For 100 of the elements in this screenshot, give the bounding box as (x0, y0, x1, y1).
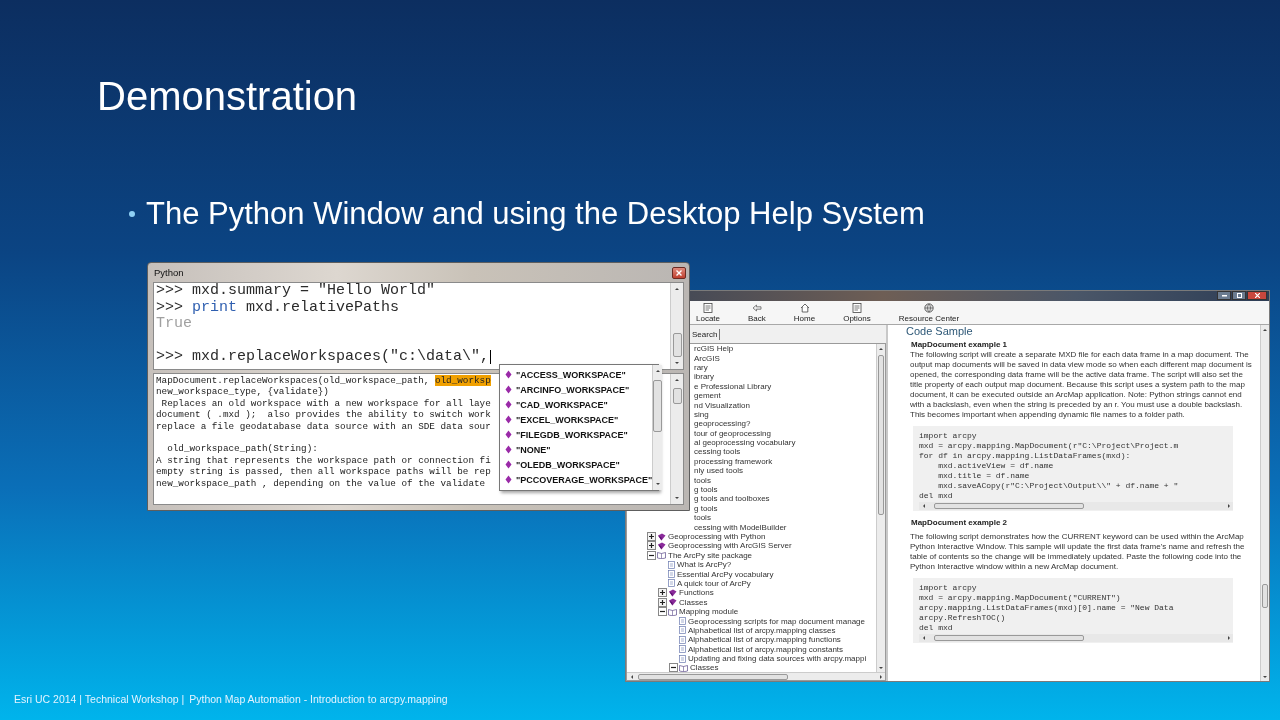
minimize-icon (1221, 294, 1227, 297)
tree-item-label[interactable]: tools (694, 513, 711, 523)
doc-line: old_workspace_path(String): (166, 443, 318, 455)
tree-item-label[interactable]: g tools (694, 485, 718, 495)
tree-item-label[interactable]: e Professional Library (694, 381, 772, 391)
tree-item-label[interactable]: g tools (694, 503, 718, 513)
scrollbar[interactable] (627, 672, 885, 680)
tree-item-label[interactable]: cessing with ModelBuilder (694, 522, 787, 532)
tree-item-label[interactable]: Alphabetical list of arcpy.mapping functions (688, 635, 841, 645)
doc-line: Replaces an old workspace with a new workspace for all laye (160, 397, 491, 410)
tree-item-label[interactable]: tour of geoprocessing (694, 428, 771, 438)
open-book-icon (679, 663, 688, 672)
example-description: The following script will create a separate MXD file for each data frame in a map document. The output map documents will be saved in data view mode so when each different map document is opened, the corresponding data frame will be the active data frame. The script will also set the title property of each output map document. Because this script uses a system path to the map document, it can be executed outside an ArcMap application. Note: Python strings cannot end with a backslash, even when the string is preceded by an r. You must use a double backslash. This becomes important when appending dynamic file names to a folder path. (910, 350, 1252, 420)
tree-item-label[interactable]: A quick tour of ArcPy (677, 578, 751, 588)
close-button[interactable] (672, 266, 686, 279)
doc-line: new_workspace_type, {validate}) (156, 386, 329, 398)
close-icon (676, 269, 682, 276)
tree-item-label[interactable]: What is ArcPy? (677, 560, 732, 570)
console-line: >>> mxd.summary = "Hello World" (156, 283, 436, 300)
tree-item-label[interactable]: Classes (679, 597, 708, 607)
tree-item-label[interactable]: sing (694, 409, 709, 419)
maximize-button[interactable] (1232, 291, 1246, 300)
code-line: arcpy.RefreshTOC() (919, 613, 1006, 623)
scrollbar[interactable] (652, 365, 663, 490)
expand-toggle[interactable] (669, 663, 678, 672)
autocomplete-item[interactable]: "NONE" (505, 442, 653, 457)
tree-item-label[interactable]: Geoprocessing scripts for map document manage (688, 616, 865, 626)
code-line: mxd.title = df.name (937, 471, 1030, 481)
autocomplete-item[interactable]: "ACCESS_WORKSPACE" (505, 367, 653, 382)
tree-item-label[interactable]: al geoprocessing vocabulary (694, 438, 796, 448)
scrollbar[interactable] (876, 344, 885, 672)
doc-line: empty string is passed, then all workspace paths will be rep (156, 466, 491, 478)
globe-icon (924, 302, 934, 313)
tree-item-label[interactable]: ArcGIS (694, 353, 720, 363)
tree-item-label[interactable]: Updating and fixing data sources with arcpy.mappi (688, 654, 867, 664)
console-line: True (156, 316, 192, 333)
tree-item-label[interactable]: Geoprocessing with ArcGIS Server (668, 541, 792, 551)
tree-item-label[interactable]: Functions (679, 588, 714, 598)
autocomplete-item[interactable]: "OLEDB_WORKSPACE" (505, 457, 653, 472)
expand-toggle[interactable] (658, 607, 667, 617)
code-line: del mxd (919, 623, 953, 633)
maximize-icon (1236, 293, 1242, 298)
expand-toggle[interactable] (658, 588, 667, 598)
code-line: import arcpy (919, 431, 977, 441)
scrollbar[interactable] (1260, 325, 1269, 681)
toolbar-button[interactable]: Options (841, 301, 873, 324)
footer-text: Esri UC 2014 | Technical Workshop | (14, 693, 185, 706)
tree-item-label[interactable]: gement (694, 391, 721, 401)
tree-item-label[interactable]: Alphabetical list of arcpy.mapping constants (688, 644, 844, 654)
tree-item-label[interactable]: cessing tools (694, 447, 741, 457)
doc-line: document ( .mxd ); also provides the ability to switch work (156, 409, 491, 421)
tree-item-label[interactable]: rcGIS Help (694, 344, 734, 354)
tree-item-label[interactable]: Alphabetical list of arcpy.mapping classes (688, 625, 836, 635)
expand-toggle[interactable] (647, 532, 656, 541)
expand-toggle[interactable] (647, 550, 656, 560)
tree-item-label[interactable]: processing framework (694, 456, 773, 466)
tree-item-label[interactable]: nd Visualization (694, 400, 750, 410)
tree-item-label[interactable]: rary (694, 362, 708, 372)
tree-item-label[interactable]: g tools and toolboxes (694, 494, 770, 504)
scrollbar[interactable] (670, 283, 683, 369)
autocomplete-item[interactable]: "EXCEL_WORKSPACE" (505, 412, 653, 427)
scrollbar[interactable] (919, 502, 1233, 510)
toolbar-button[interactable]: Home (791, 301, 818, 324)
tree-item-label[interactable]: Mapping module (679, 607, 739, 617)
toolbar-button[interactable]: Resource Center (896, 301, 962, 324)
doc-line: new_workspace_path , depending on the value of the validate (156, 477, 486, 490)
minimize-button[interactable] (1217, 291, 1231, 300)
scrollbar[interactable] (919, 634, 1233, 642)
book-icon (657, 532, 666, 541)
autocomplete-item[interactable]: "CAD_WORKSPACE" (505, 397, 653, 412)
tree-item-label[interactable]: tools (694, 475, 711, 485)
slide-title: Demonstration (97, 74, 358, 118)
autocomplete-item[interactable]: "FILEGDB_WORKSPACE" (505, 427, 653, 442)
close-button[interactable] (1247, 291, 1267, 300)
open-book-icon (668, 607, 677, 616)
tree-item-label[interactable]: ibrary (694, 372, 714, 382)
code-line: for df in arcpy.mapping.ListDataFrames(mxd): (919, 451, 1131, 461)
code-line: mxd.activeView = df.name (937, 461, 1054, 471)
tree-item-label[interactable]: Geoprocessing with Python (668, 532, 766, 541)
scrollbar[interactable] (670, 374, 683, 504)
footer-text: Python Map Automation - Introduction to arcpy.mapping (189, 693, 448, 706)
doc-line: MapDocument.replaceWorkspaces(old_workspace_path, old_worksp (156, 375, 491, 387)
code-line: mxd.saveACopy(r"C:\Project\Output\\" + df.name + " (937, 481, 1179, 491)
tree-item-label[interactable]: nly used tools (694, 466, 743, 476)
tree-item-label[interactable]: Classes (690, 663, 719, 672)
bullet-icon (129, 211, 135, 217)
autocomplete-item[interactable]: "ARCINFO_WORKSPACE" (505, 382, 653, 397)
expand-toggle[interactable] (647, 541, 656, 551)
tree-item-label[interactable]: The ArcPy site package (668, 550, 753, 560)
tree-item-label[interactable]: Essential ArcPy vocabulary (677, 569, 774, 579)
close-icon (1254, 293, 1260, 298)
window-title: Python (154, 267, 184, 278)
expand-toggle[interactable] (658, 597, 667, 607)
console-line: >>> mxd.replaceWorkspaces("c:\data\", (156, 349, 490, 366)
toolbar-button[interactable]: Locate (694, 301, 723, 324)
toolbar-button[interactable]: Back (746, 301, 768, 324)
section-heading: Code Sample (906, 325, 974, 338)
example-title: MapDocument example 1 (911, 340, 1009, 350)
tree-item-label[interactable]: geoprocessing? (694, 419, 751, 429)
autocomplete-item[interactable]: "PCCOVERAGE_WORKSPACE" (505, 472, 653, 487)
